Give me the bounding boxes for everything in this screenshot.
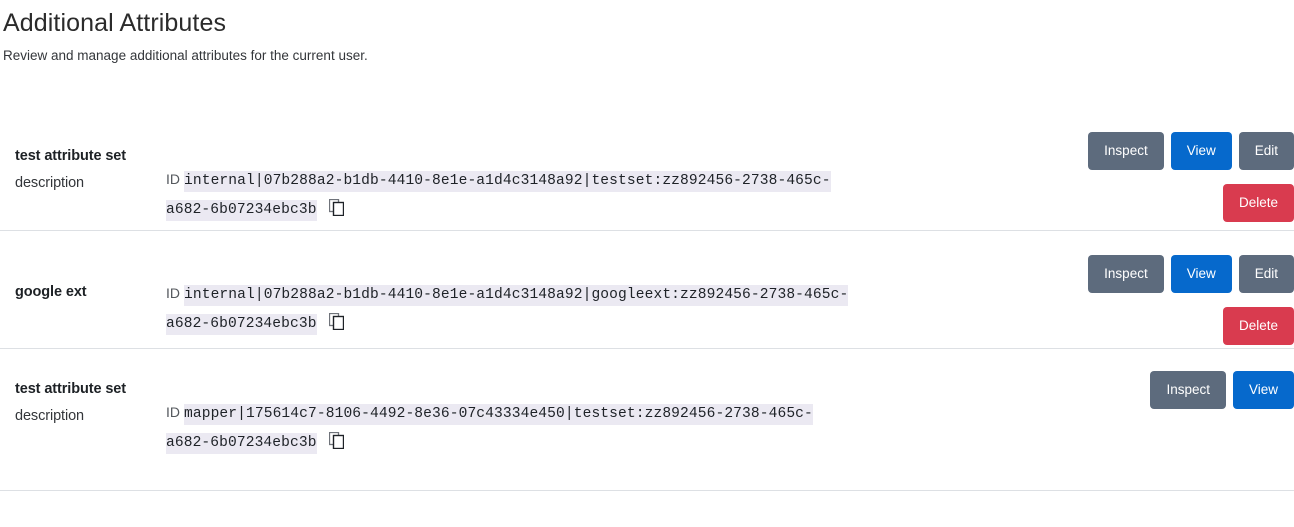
attribute-label-cell: test attribute set description bbox=[0, 113, 166, 197]
attribute-id-text: internal|07b288a2-b1db-4410-8e1e-a1d4c31… bbox=[184, 171, 831, 192]
id-tag-label: ID bbox=[166, 404, 180, 420]
view-button[interactable]: View bbox=[1170, 255, 1232, 293]
attribute-id-text: internal|07b288a2-b1db-4410-8e1e-a1d4c31… bbox=[184, 285, 849, 306]
attribute-name: test attribute set bbox=[15, 381, 126, 397]
attribute-label-cell: google ext bbox=[0, 231, 166, 306]
attribute-id-text-cont: a682-6b07234ebc3b bbox=[166, 433, 317, 454]
additional-attributes-page: Additional Attributes Review and manage … bbox=[0, 0, 1294, 491]
attribute-id-text-cont: a682-6b07234ebc3b bbox=[166, 200, 317, 221]
table-row: test attribute set description ID interna… bbox=[0, 113, 1294, 231]
attribute-label-cell: test attribute set description bbox=[0, 349, 166, 430]
page-subtitle: Review and manage additional attributes … bbox=[3, 48, 368, 63]
attribute-id-text: mapper|175614c7-8106-4492-8e36-07c43334e… bbox=[184, 404, 813, 425]
attribute-id-text-cont: a682-6b07234ebc3b bbox=[166, 314, 317, 335]
view-button[interactable]: View bbox=[1170, 132, 1232, 170]
copy-icon[interactable] bbox=[328, 431, 345, 450]
attribute-name: google ext bbox=[15, 284, 87, 300]
id-tag-label: ID bbox=[166, 285, 180, 301]
table-row: google ext ID internal|07b288a2-b1db-4410… bbox=[0, 231, 1294, 349]
edit-button[interactable]: Edit bbox=[1238, 132, 1294, 170]
attributes-list: test attribute set description ID interna… bbox=[0, 113, 1294, 491]
inspect-button[interactable]: Inspect bbox=[1088, 132, 1164, 170]
inspect-button[interactable]: Inspect bbox=[1150, 371, 1226, 409]
copy-icon[interactable] bbox=[328, 312, 345, 331]
delete-button[interactable]: Delete bbox=[1222, 184, 1294, 222]
row-actions: Inspect View Edit Delete bbox=[974, 113, 1294, 222]
copy-icon[interactable] bbox=[328, 198, 345, 217]
table-row: test attribute set description ID mapper|… bbox=[0, 349, 1294, 491]
page-title: Additional Attributes bbox=[3, 9, 227, 37]
row-actions: Inspect View bbox=[974, 349, 1294, 409]
view-button[interactable]: View bbox=[1232, 371, 1294, 409]
delete-button[interactable]: Delete bbox=[1222, 307, 1294, 345]
inspect-button[interactable]: Inspect bbox=[1088, 255, 1164, 293]
attribute-description: description bbox=[15, 408, 85, 424]
id-tag-label: ID bbox=[166, 171, 180, 187]
attribute-description: description bbox=[15, 175, 85, 191]
attribute-id-line-2: a682-6b07234ebc3b bbox=[166, 428, 1294, 457]
edit-button[interactable]: Edit bbox=[1238, 255, 1294, 293]
attribute-name: test attribute set bbox=[15, 148, 126, 164]
row-actions: Inspect View Edit Delete bbox=[974, 231, 1294, 345]
